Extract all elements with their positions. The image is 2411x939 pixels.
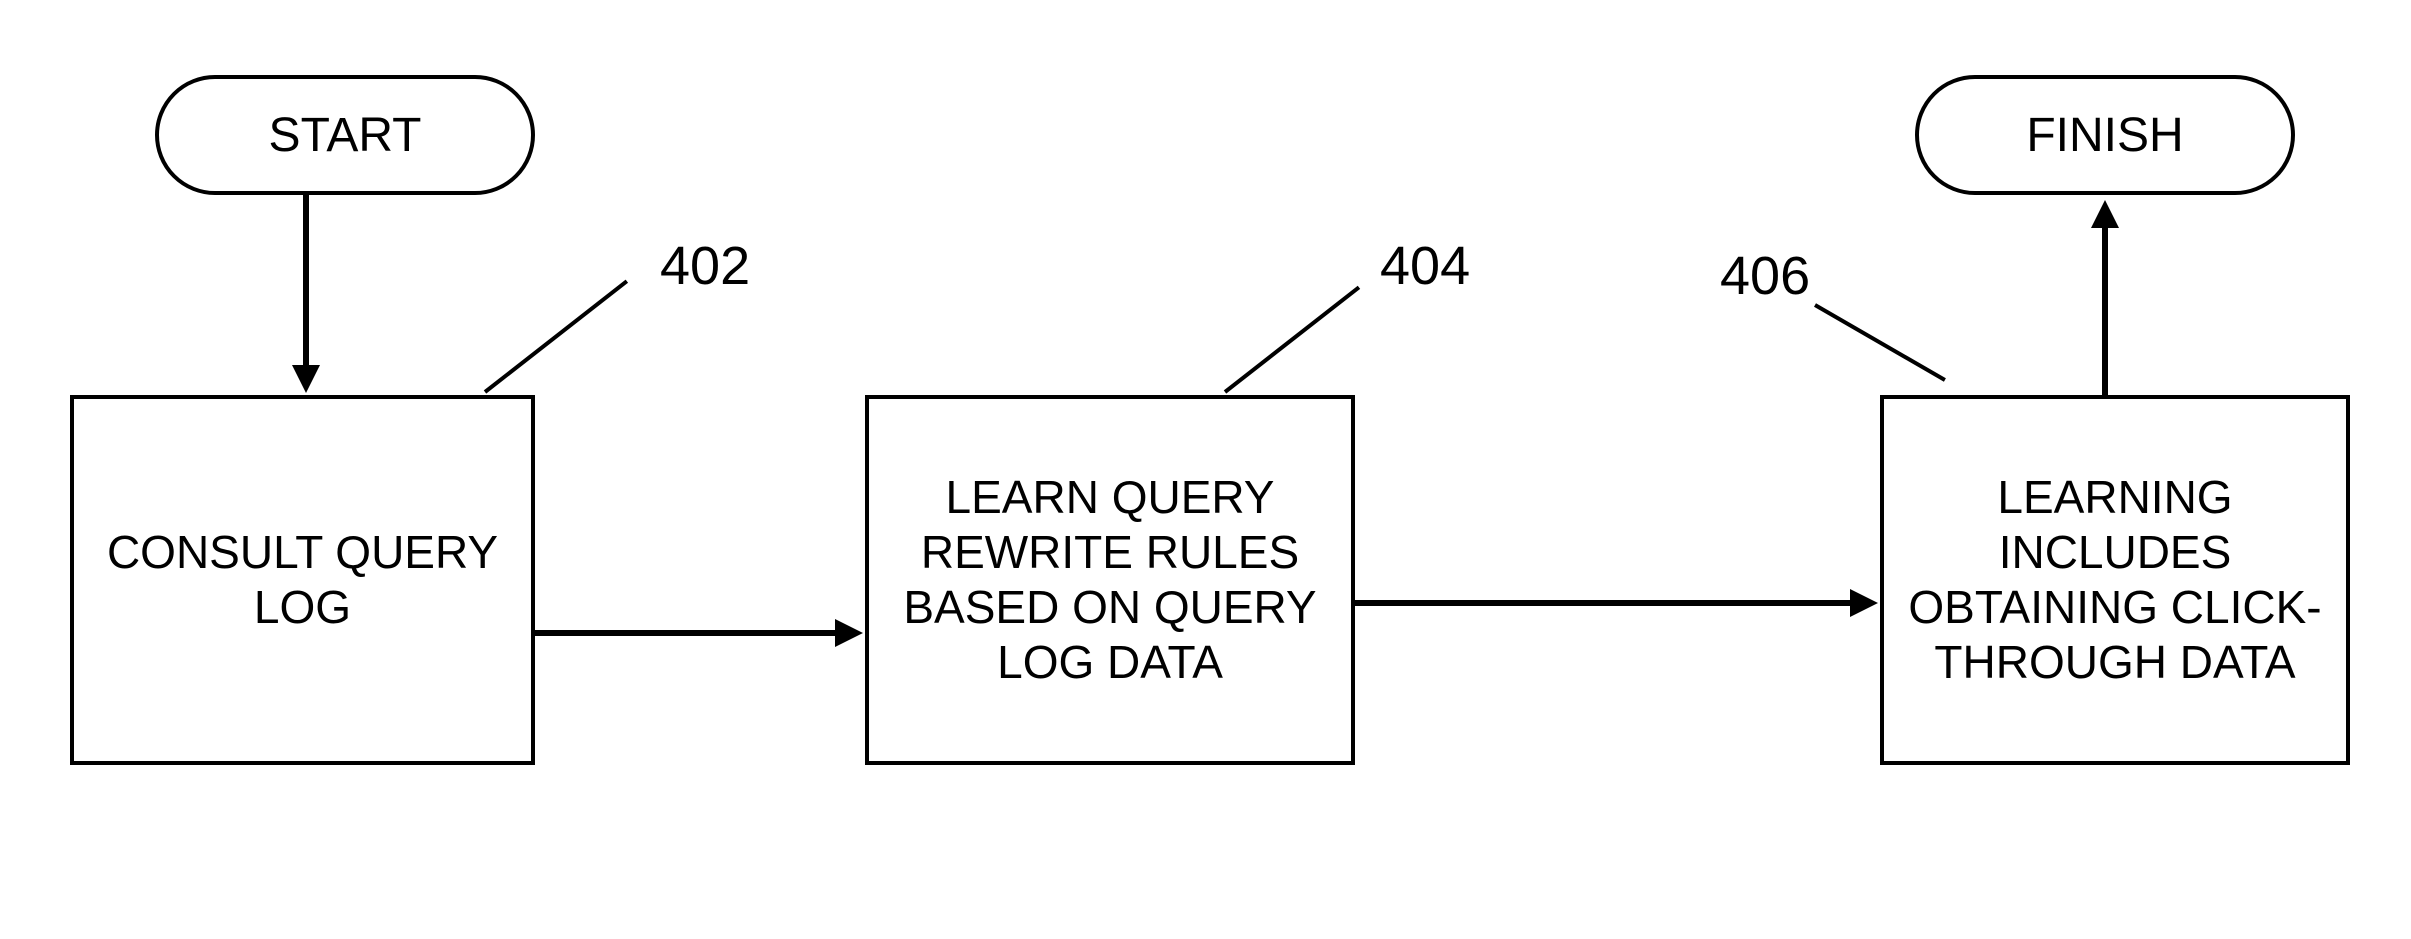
- arrow-start-to-box1: [303, 195, 309, 370]
- arrow-box2-to-box3: [1355, 600, 1855, 606]
- process-box-406: LEARNING INCLUDES OBTAINING CLICK-THROUG…: [1880, 395, 2350, 765]
- box3-text: LEARNING INCLUDES OBTAINING CLICK-THROUG…: [1904, 470, 2326, 691]
- box2-text: LEARN QUERY REWRITE RULES BASED ON QUERY…: [889, 470, 1331, 691]
- label-406: 406: [1720, 245, 1810, 307]
- start-terminator: START: [155, 75, 535, 195]
- finish-terminator: FINISH: [1915, 75, 2295, 195]
- start-label: START: [269, 108, 422, 163]
- arrow-box3-to-finish: [2102, 225, 2108, 395]
- arrow-box3-to-finish-head: [2091, 200, 2119, 228]
- finish-label: FINISH: [2026, 108, 2183, 163]
- leader-406: [1814, 303, 1946, 381]
- arrow-box1-to-box2-head: [835, 619, 863, 647]
- leader-402: [484, 280, 628, 394]
- label-404: 404: [1380, 235, 1470, 297]
- arrow-start-to-box1-head: [292, 365, 320, 393]
- arrow-box1-to-box2: [535, 630, 840, 636]
- process-box-402: CONSULT QUERY LOG: [70, 395, 535, 765]
- label-402: 402: [660, 235, 750, 297]
- process-box-404: LEARN QUERY REWRITE RULES BASED ON QUERY…: [865, 395, 1355, 765]
- box1-text: CONSULT QUERY LOG: [94, 525, 511, 635]
- leader-404: [1224, 286, 1360, 394]
- arrow-box2-to-box3-head: [1850, 589, 1878, 617]
